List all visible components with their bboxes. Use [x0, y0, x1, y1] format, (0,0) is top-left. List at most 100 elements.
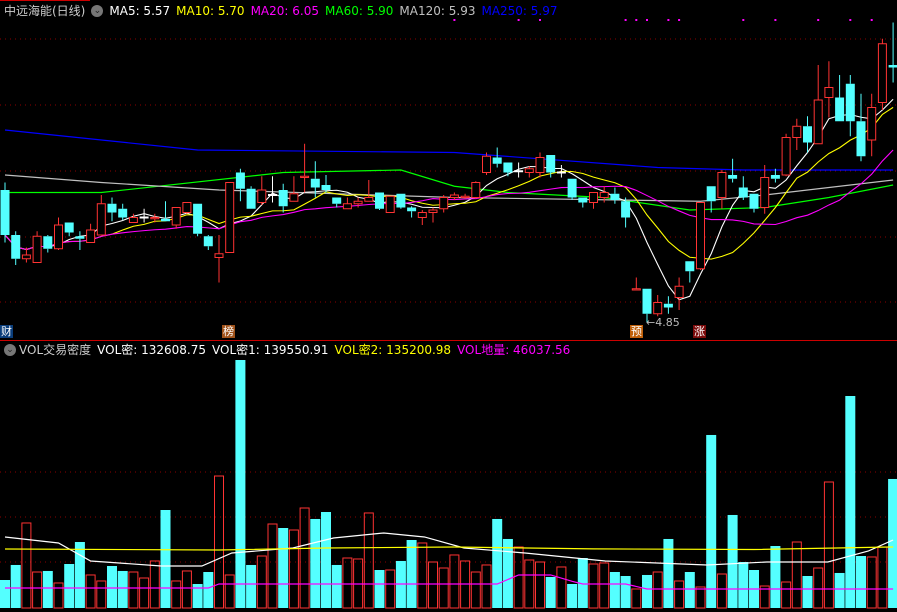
candle-down	[835, 97, 845, 122]
candle-up	[86, 229, 96, 243]
volume-bar-up	[171, 580, 182, 609]
volume-bar-down	[545, 576, 556, 608]
volume-bar-down	[620, 576, 631, 608]
volume-bar-down	[770, 546, 781, 608]
candle-down	[803, 126, 812, 143]
volume-bar-up	[139, 577, 150, 609]
volume-bar-down	[246, 564, 257, 608]
candle-down	[310, 178, 320, 188]
marker-yu[interactable]: 预	[630, 325, 643, 338]
candle-down	[610, 193, 620, 200]
candle-down	[321, 185, 331, 190]
signal-dot	[870, 19, 873, 21]
marker-cai[interactable]: 财	[0, 325, 13, 338]
volume-bar-up	[85, 574, 96, 609]
candle-down	[546, 155, 556, 173]
volume-bar-down	[856, 556, 866, 608]
signal-dot	[667, 19, 670, 21]
indicator-name: VOL交易密度	[19, 343, 92, 357]
volume-bar-up	[181, 570, 192, 609]
candle-down	[235, 172, 245, 189]
volume-bar-down	[0, 580, 10, 608]
candle-up	[482, 155, 491, 173]
volume-bar-up	[214, 475, 224, 609]
volume-bar-down	[845, 396, 856, 608]
volume-bar-up	[224, 574, 235, 609]
volume-bar-down	[567, 584, 578, 608]
volume-bar-down	[235, 360, 246, 608]
volume-bar-up	[342, 557, 353, 609]
volume-bar-up	[513, 546, 524, 609]
signal-dot	[635, 19, 638, 21]
volume-bar-up	[535, 561, 545, 609]
candle-up	[214, 253, 224, 258]
chevron-down-icon[interactable]: ⌄	[4, 344, 16, 356]
candle-down	[770, 175, 780, 179]
candle-down	[845, 83, 855, 122]
candle-down	[246, 188, 256, 209]
volume-bar-up	[363, 512, 374, 609]
candle-down	[503, 162, 513, 173]
candle-up	[128, 217, 138, 223]
candle-down	[0, 190, 10, 235]
signal-dot	[624, 19, 627, 21]
volume-bar-up	[385, 569, 396, 609]
marker-zhang[interactable]: 涨	[693, 325, 706, 338]
candle-down	[749, 193, 759, 209]
candle-down	[375, 192, 384, 209]
candle-down	[567, 178, 577, 198]
candle-up	[449, 194, 459, 198]
volume-bar-up	[96, 580, 107, 609]
candle-up	[471, 182, 481, 198]
volume-bar-up	[288, 529, 299, 609]
volume-bar-up	[695, 586, 706, 609]
volume-line-1	[4, 546, 894, 551]
candle-up	[696, 202, 705, 270]
signal-dot	[678, 19, 681, 21]
candle-up	[589, 192, 598, 203]
kline-chart[interactable]	[0, 0, 897, 612]
candle-up	[824, 87, 834, 98]
candle-up	[867, 107, 877, 141]
volume-bar-down	[609, 572, 620, 608]
candle-up	[460, 195, 470, 198]
signal-dot	[849, 19, 852, 21]
candle-up	[813, 99, 823, 145]
candle-down	[407, 207, 417, 212]
candle-down	[193, 203, 203, 234]
candle-up	[631, 288, 641, 291]
volume-bar-up	[524, 559, 535, 609]
volume-bar-up	[428, 561, 438, 609]
candle-up	[342, 203, 352, 210]
candle-up	[417, 212, 427, 218]
panel-divider	[0, 340, 897, 341]
candle-down	[663, 303, 673, 308]
signal-dot	[817, 19, 820, 21]
vol-mi1-value: VOL密1: 139550.91	[212, 343, 329, 357]
candle-down	[332, 197, 342, 204]
volume-bar-down	[117, 570, 128, 608]
volume-bar-down	[642, 574, 652, 608]
volume-bar-down	[684, 572, 695, 608]
volume-bar-up	[438, 567, 449, 609]
volume-header: ⌄ VOL交易密度 VOL密: 132608.75 VOL密1: 139550.…	[4, 342, 570, 358]
candle-up	[300, 175, 310, 178]
volume-bar-down	[727, 514, 738, 608]
candle-up	[439, 197, 449, 210]
ma20-line	[4, 149, 894, 251]
marker-bang[interactable]: 榜	[222, 325, 235, 338]
volume-bar-up	[652, 571, 663, 609]
volume-bar-up	[128, 571, 139, 609]
candle-down	[107, 203, 117, 213]
candle-down	[203, 236, 213, 247]
candle-up	[364, 197, 374, 202]
volume-bar-down	[802, 576, 813, 608]
signal-dot	[646, 19, 648, 21]
candle-up	[760, 177, 770, 208]
candle-up	[385, 195, 395, 213]
vol-mi2-value: VOL密2: 135200.98	[334, 343, 452, 357]
candle-down	[492, 157, 502, 164]
candle-up	[717, 172, 727, 198]
volume-bar-up	[53, 582, 64, 609]
candle-down	[278, 190, 288, 207]
